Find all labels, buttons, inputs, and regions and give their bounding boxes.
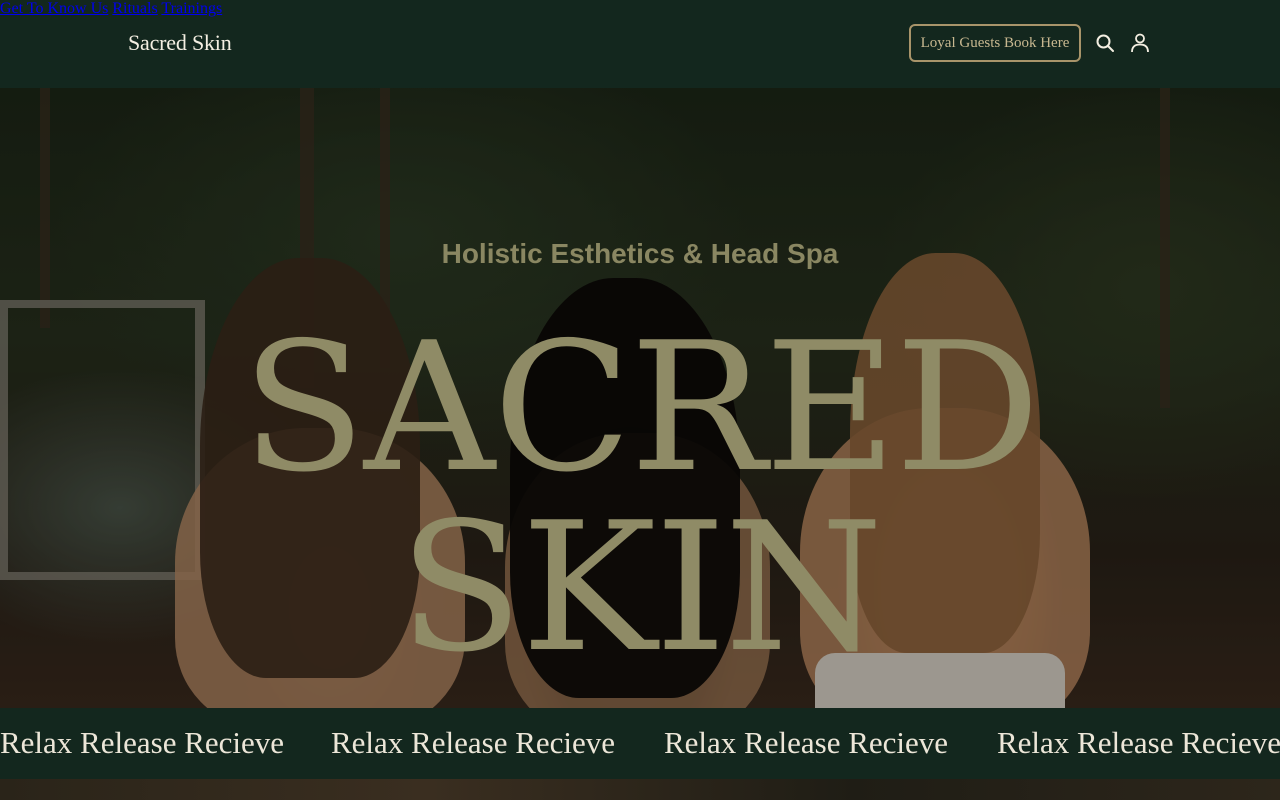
marquee-item: Relax Release Recieve [664,725,949,760]
nav-rituals[interactable]: Rituals [112,0,157,17]
book-button[interactable]: Loyal Guests Book Here [909,24,1081,62]
nav-get-to-know-us[interactable]: Get To Know Us [0,0,108,17]
marquee-item: Relax Release Recieve [997,725,1280,760]
hero-title: SACRED SKIN [241,304,1040,691]
site-header: Sacred Skin Get To Know Us Rituals Train… [0,0,1280,88]
brand-logo[interactable]: Sacred Skin [128,30,232,56]
marquee-banner: Relax Release Recieve Relax Release Reci… [0,708,1280,779]
hero-subtitle: Holistic Esthetics & Head Spa [441,238,839,269]
search-icon[interactable] [1094,32,1116,54]
nav-trainings[interactable]: Trainings [161,0,222,17]
tree-trunk [40,88,50,328]
marquee-item: Relax Release Recieve [0,725,285,760]
marquee-item: Relax Release Recieve [331,725,616,760]
account-icon[interactable] [1129,32,1151,54]
next-section-preview [0,779,1280,800]
